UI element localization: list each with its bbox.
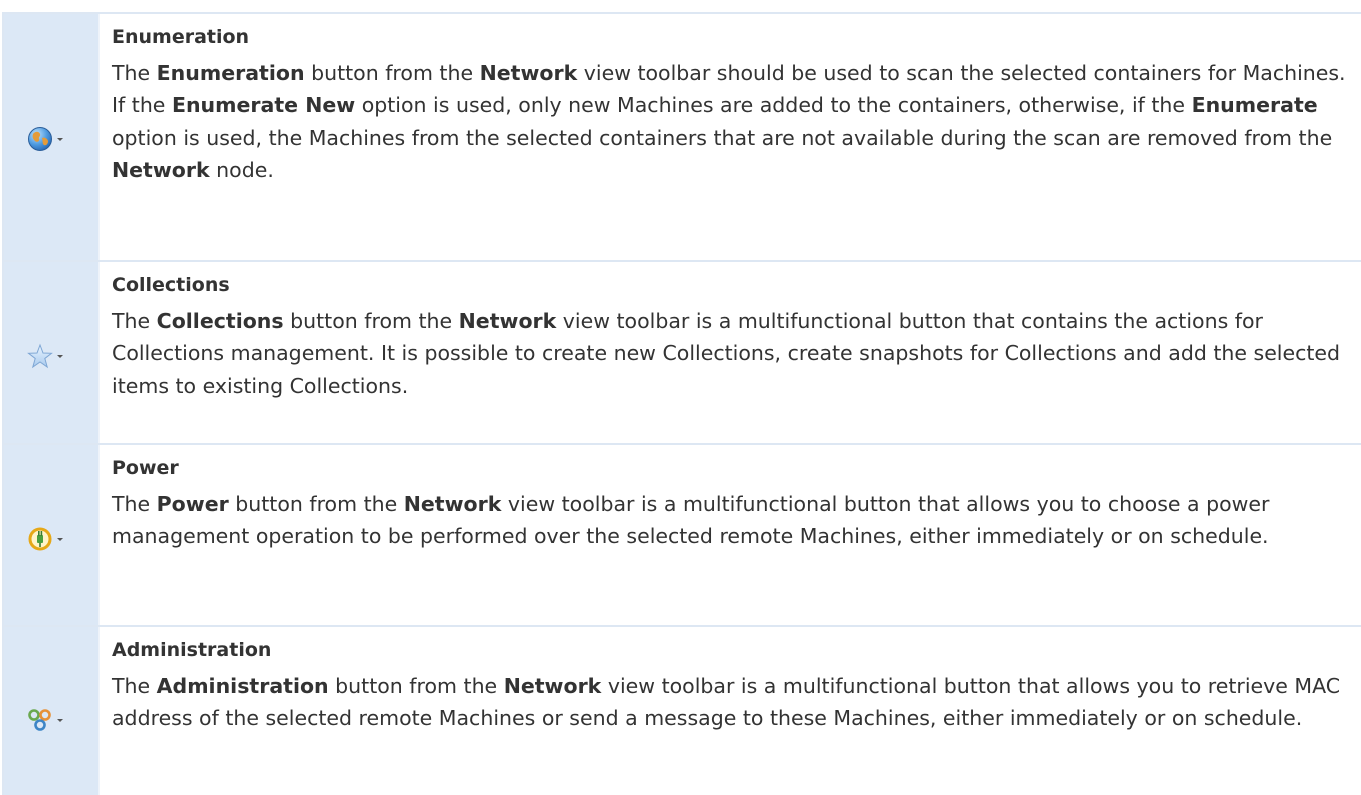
bold-term: Network — [458, 309, 557, 333]
bold-term: Network — [112, 157, 210, 182]
chevron-down-icon[interactable] — [57, 537, 63, 541]
section-description: The Power button from the Network view t… — [112, 488, 1350, 553]
text-run: button from the — [328, 674, 504, 698]
section-heading: Enumeration — [112, 26, 250, 48]
table-row-power: Power The Power button from the Network … — [4, 445, 1361, 627]
toolbar-buttons-table: Enumeration The Enumeration button from … — [2, 12, 1361, 795]
text-run: The — [112, 492, 157, 516]
icon-cell — [4, 14, 100, 260]
text-run: button from the — [283, 309, 459, 333]
icon-cell — [4, 627, 100, 795]
text-run: option is used, only new Machines are ad… — [355, 93, 1192, 118]
globe-icon — [27, 126, 53, 152]
section-description: The Administration button from the Netwo… — [112, 670, 1350, 735]
bold-term: Power — [156, 492, 229, 516]
power-plug-icon — [27, 526, 53, 552]
bold-term: Network — [503, 674, 602, 698]
text-run: option is used, the Machines from the se… — [112, 125, 1333, 150]
gears-icon — [27, 707, 53, 733]
table-row-administration: Administration The Administration button… — [4, 627, 1361, 795]
section-description: The Collections button from the Network … — [112, 305, 1350, 402]
bold-term: Enumeration — [156, 61, 305, 85]
bold-term: Enumerate New — [171, 93, 356, 118]
description-cell: Administration The Administration button… — [100, 627, 1361, 795]
section-heading: Power — [112, 457, 179, 479]
text-run: node. — [209, 157, 274, 182]
text-run: The — [112, 309, 157, 333]
description-cell: Enumeration The Enumeration button from … — [100, 14, 1361, 260]
administration-button[interactable] — [27, 706, 87, 734]
bold-term: Collections — [156, 309, 284, 333]
text-run: button from the — [304, 61, 480, 85]
table-row-enumeration: Enumeration The Enumeration button from … — [4, 14, 1361, 262]
section-heading: Administration — [112, 639, 272, 661]
enumeration-button[interactable] — [27, 125, 87, 153]
chevron-down-icon[interactable] — [57, 354, 63, 358]
text-run: The — [112, 61, 157, 85]
description-cell: Power The Power button from the Network … — [100, 445, 1361, 625]
table-row-collections: Collections The Collections button from … — [4, 262, 1361, 445]
bold-term: Network — [403, 492, 502, 516]
icon-cell — [4, 445, 100, 625]
bold-term: Network — [479, 61, 578, 85]
section-heading: Collections — [112, 274, 230, 296]
icon-cell — [4, 262, 100, 443]
chevron-down-icon[interactable] — [57, 137, 63, 141]
section-description: The Enumeration button from the Network … — [112, 57, 1350, 186]
description-cell: Collections The Collections button from … — [100, 262, 1361, 443]
bold-term: Administration — [156, 674, 329, 698]
bold-term: Enumerate — [1191, 93, 1318, 118]
collections-button[interactable] — [27, 342, 87, 370]
text-run: button from the — [228, 492, 404, 516]
text-run: The — [112, 674, 157, 698]
star-icon — [27, 343, 53, 369]
chevron-down-icon[interactable] — [57, 718, 63, 722]
power-button[interactable] — [27, 525, 87, 553]
